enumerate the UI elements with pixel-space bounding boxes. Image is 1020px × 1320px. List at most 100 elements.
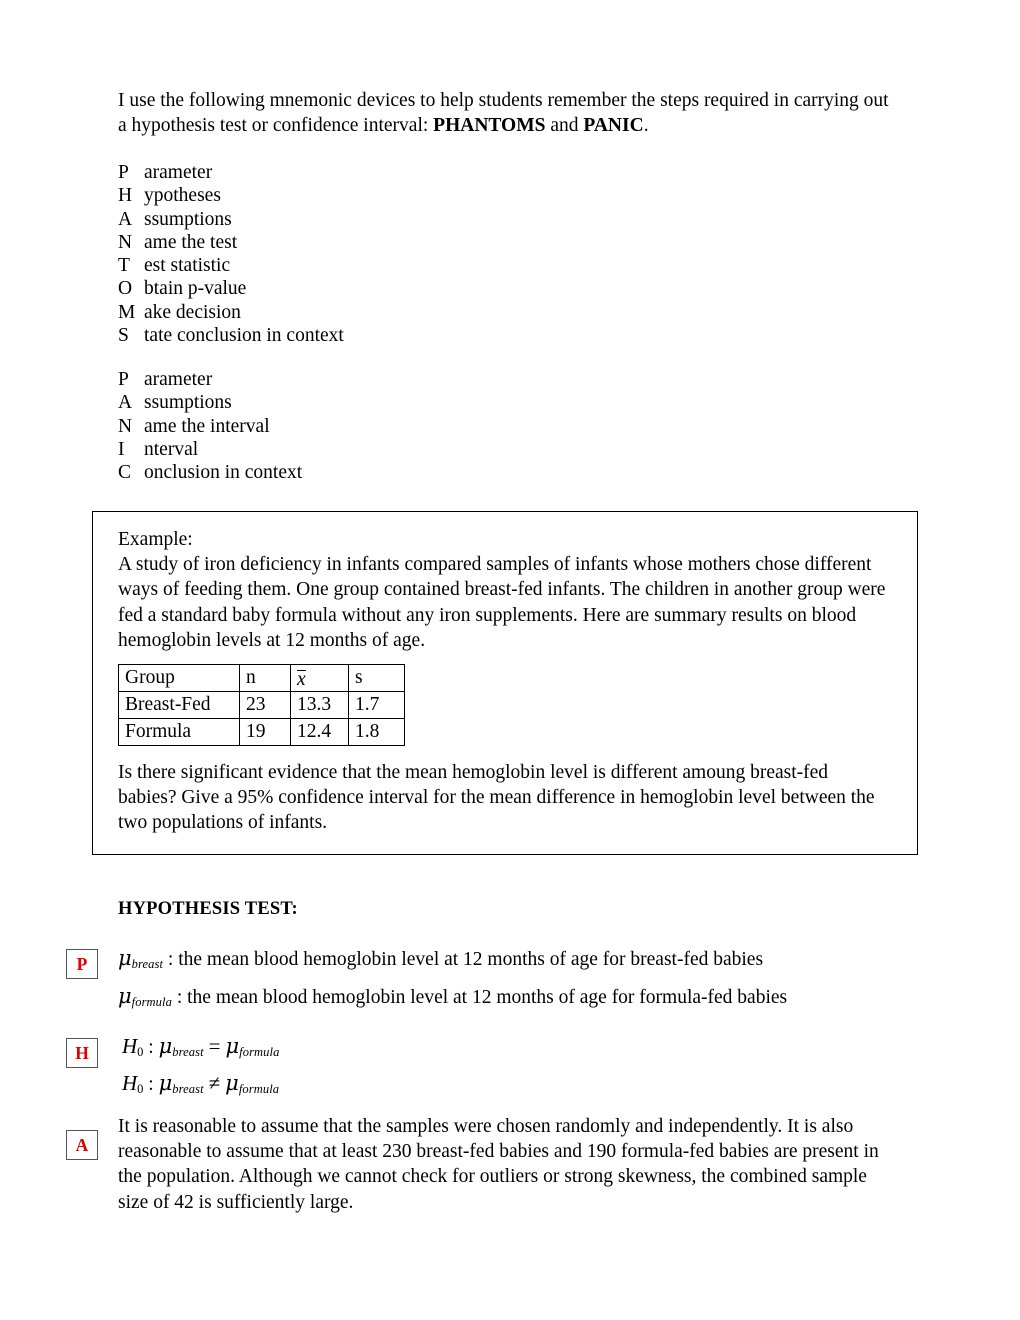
mu-subscript: formula: [239, 1045, 280, 1059]
mnemonic-text: arameter: [144, 162, 213, 183]
mu-subscript: formula: [238, 1082, 280, 1096]
list-item: Conclusion in context: [118, 461, 302, 484]
mnemonic-text: ssumptions: [144, 392, 232, 414]
table-cell-s: 1.8: [348, 718, 405, 746]
list-item: Name the test: [118, 231, 344, 254]
mnemonic-letter: S: [118, 325, 129, 347]
panic-list: Parameter Assumptions Name the interval …: [118, 368, 302, 484]
panic-keyword: PANIC: [583, 115, 644, 136]
table-row: Breast-Fed 23 13.3 1.7: [118, 691, 405, 719]
table-header-group: Group: [118, 664, 240, 692]
step-badge-hypotheses: H: [66, 1038, 98, 1068]
table-row: Formula 19 12.4 1.8: [118, 718, 405, 746]
table-cell-s: 1.7: [348, 691, 405, 719]
table-header-s: s: [348, 664, 405, 692]
example-question: Is there significant evidence that the m…: [118, 762, 875, 834]
mu-symbol: μ: [225, 1071, 239, 1095]
intro-period: .: [643, 115, 649, 136]
table-cell-xbar: 13.3: [290, 691, 349, 719]
example-label: Example:: [118, 529, 193, 550]
mnemonic-letter: N: [118, 415, 133, 437]
parameter-line-formula: μformula : the mean blood hemoglobin lev…: [118, 984, 898, 1015]
xbar-symbol: x: [297, 668, 306, 690]
hypotheses-statements: H0 : μbreast = μformula H0 : μbreast ≠ μform…: [122, 1031, 622, 1105]
h-symbol: H: [122, 1034, 138, 1058]
assumptions-text: It is reasonable to assume that the samp…: [118, 1116, 879, 1213]
list-item: Test statistic: [118, 254, 344, 277]
mnemonic-letter: P: [118, 369, 129, 390]
example-paragraph: A study of iron deficiency in infants co…: [118, 554, 886, 651]
mnemonic-text: onclusion in context: [144, 462, 303, 484]
null-hypothesis-line: H0 : μbreast = μformula: [122, 1031, 622, 1068]
mnemonic-text: ypotheses: [144, 185, 221, 207]
mu-subscript: breast: [172, 1045, 204, 1059]
list-item: Assumptions: [118, 391, 302, 414]
document-page: I use the following mnemonic devices to …: [0, 0, 1020, 1320]
list-item: Interval: [118, 438, 302, 461]
list-item: Assumptions: [118, 208, 344, 231]
colon-separator: :: [143, 1074, 159, 1095]
mu-symbol: μ: [158, 1034, 173, 1058]
mnemonic-letter: A: [118, 208, 133, 230]
table-header-xbar: x: [290, 664, 349, 692]
intro-conjunction: and: [545, 115, 584, 136]
summary-results-table: Group n x s Breast-Fed 23 13.3 1.7 Formu…: [118, 664, 405, 746]
colon-separator: :: [143, 1037, 159, 1058]
mnemonic-letter: H: [118, 185, 133, 207]
mnemonic-text: est statistic: [144, 255, 231, 277]
mu-symbol: μ: [118, 984, 132, 1009]
list-item: Parameter: [118, 368, 302, 391]
table-header-row: Group n x s: [118, 664, 405, 692]
mnemonic-text: tate conclusion in context: [144, 325, 344, 347]
parameter-definitions: μbreast : the mean blood hemoglobin leve…: [118, 946, 898, 1022]
alternative-hypothesis-line: H0 : μbreast ≠ μformula: [122, 1068, 622, 1105]
list-item: State conclusion in context: [118, 324, 344, 347]
not-equal-operator: ≠: [208, 1071, 221, 1095]
mnemonic-text: ssumptions: [144, 208, 232, 230]
parameter-line-breast: μbreast : the mean blood hemoglobin leve…: [118, 946, 898, 977]
mnemonic-letter: T: [118, 255, 130, 277]
list-item: Make decision: [118, 301, 344, 324]
step-badge-assumptions: A: [66, 1130, 98, 1160]
mu-subscript: breast: [172, 1082, 204, 1096]
list-item: Parameter: [118, 161, 344, 184]
table-cell-n: 19: [239, 718, 291, 746]
mnemonic-letter: A: [118, 392, 133, 414]
intro-paragraph: I use the following mnemonic devices to …: [118, 88, 896, 138]
mu-subscript: formula: [131, 995, 172, 1010]
table-cell-group: Formula: [118, 718, 240, 746]
mnemonic-letter: O: [118, 278, 133, 300]
mnemonic-text: ake decision: [144, 301, 241, 323]
intro-line-1: I use the following mnemonic devices to …: [118, 90, 859, 111]
mu-symbol: μ: [158, 1071, 173, 1095]
table-cell-xbar: 12.4: [290, 718, 349, 746]
phantoms-list: Parameter Hypotheses Assumptions Name th…: [118, 161, 344, 347]
step-badge-parameter: P: [66, 949, 98, 979]
mu-subscript: breast: [131, 957, 164, 971]
mnemonic-letter: N: [118, 231, 133, 253]
mnemonic-text: ame the test: [144, 231, 238, 253]
mnemonic-letter: C: [118, 462, 132, 484]
mnemonic-text: nterval: [144, 438, 199, 460]
mnemonic-text: arameter: [144, 369, 213, 390]
mnemonic-text: btain p-value: [144, 278, 247, 300]
parameter-description: : the mean blood hemoglobin level at 12 …: [163, 949, 764, 970]
mnemonic-letter: I: [118, 438, 125, 460]
mnemonic-letter: P: [118, 162, 129, 183]
list-item: Name the interval: [118, 415, 302, 438]
table-cell-group: Breast-Fed: [118, 691, 240, 719]
table-cell-n: 23: [239, 691, 291, 719]
list-item: Hypotheses: [118, 184, 344, 207]
mnemonic-letter: M: [118, 301, 136, 323]
example-body: Example: A study of iron deficiency in i…: [118, 527, 904, 653]
h-symbol: H: [122, 1071, 138, 1095]
mnemonic-text: ame the interval: [144, 415, 270, 437]
mu-symbol: μ: [118, 946, 132, 970]
equality-operator: =: [208, 1034, 221, 1058]
mu-symbol: μ: [225, 1034, 240, 1058]
list-item: Obtain p-value: [118, 277, 344, 300]
table-header-n: n: [239, 664, 291, 692]
parameter-description: : the mean blood hemoglobin level at 12 …: [171, 987, 788, 1009]
page-title: HYPOTHESIS TEST:: [118, 899, 298, 919]
phantoms-keyword: PHANTOMS: [433, 115, 546, 136]
